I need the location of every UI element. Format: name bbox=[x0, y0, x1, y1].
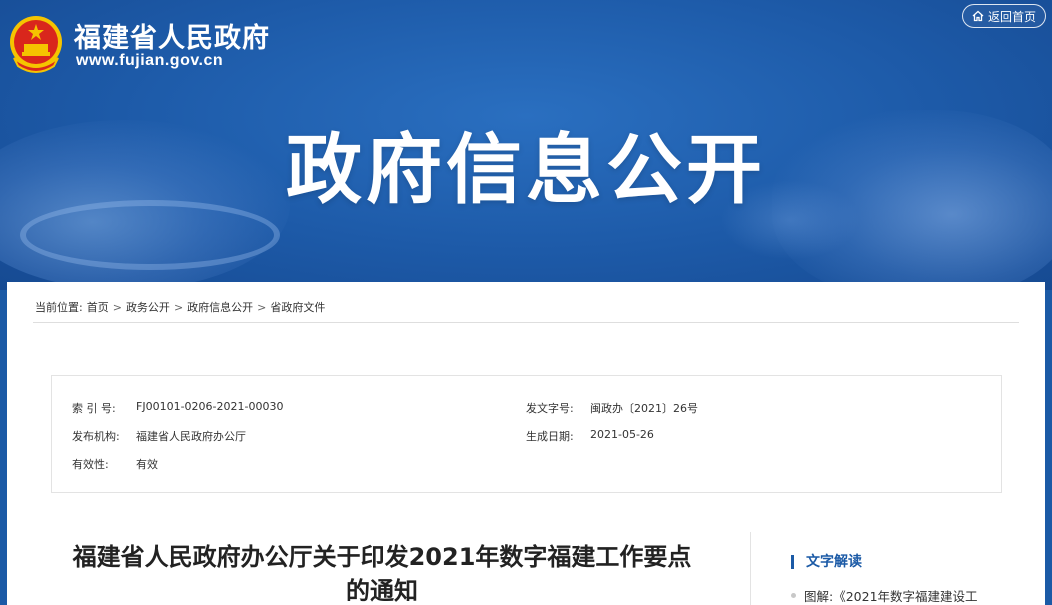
bullet-icon bbox=[791, 593, 796, 598]
sidebar-section-title: 文字解读 bbox=[791, 555, 862, 569]
meta-validity-value: 有效 bbox=[136, 458, 158, 471]
meta-doc-no: 发文字号: 闽政办〔2021〕26号 bbox=[526, 400, 698, 416]
breadcrumb-item-home[interactable]: 首页 bbox=[87, 299, 109, 315]
article-title: 福建省人民政府办公厅关于印发2021年数字福建工作要点 的通知 bbox=[37, 540, 727, 605]
breadcrumb-separator: > bbox=[257, 300, 267, 314]
site-url[interactable]: www.fujian.gov.cn bbox=[76, 52, 223, 70]
sidebar-item-label: 图解:《2021年数字福建建设工 bbox=[804, 589, 978, 604]
return-home-button[interactable]: 返回首页 bbox=[962, 4, 1046, 28]
meta-doc-no-label: 发文字号: bbox=[526, 402, 574, 415]
meta-doc-no-value: 闽政办〔2021〕26号 bbox=[590, 402, 698, 415]
meta-date: 生成日期: 2021-05-26 bbox=[526, 428, 654, 444]
breadcrumb: 当前位置: 首页 > 政务公开 > 政府信息公开 > 省政府文件 bbox=[35, 299, 325, 315]
article-title-line1: 福建省人民政府办公厅关于印发2021年数字福建工作要点 bbox=[72, 543, 692, 571]
breadcrumb-prefix: 当前位置: bbox=[35, 301, 83, 314]
document-meta-box: 索 引 号: FJ00101-0206-2021-00030 发文字号: 闽政办… bbox=[51, 375, 1002, 493]
breadcrumb-divider bbox=[33, 322, 1019, 323]
meta-issuer-value: 福建省人民政府办公厅 bbox=[136, 430, 246, 443]
meta-date-label: 生成日期: bbox=[526, 430, 574, 443]
meta-index-value: FJ00101-0206-2021-00030 bbox=[136, 400, 284, 413]
meta-index: 索 引 号: FJ00101-0206-2021-00030 bbox=[72, 400, 283, 416]
meta-issuer-label: 发布机构: bbox=[72, 430, 120, 443]
meta-validity: 有效性: 有效 bbox=[72, 456, 158, 472]
breadcrumb-item-info-disclosure[interactable]: 政府信息公开 bbox=[187, 299, 253, 315]
breadcrumb-item-provincial-docs[interactable]: 省政府文件 bbox=[270, 299, 325, 315]
article-title-line2: 的通知 bbox=[346, 577, 418, 605]
content-card: 当前位置: 首页 > 政务公开 > 政府信息公开 > 省政府文件 索 引 号: … bbox=[7, 282, 1045, 605]
national-emblem-icon[interactable] bbox=[8, 14, 64, 74]
breadcrumb-separator: > bbox=[112, 300, 122, 314]
site-name[interactable]: 福建省人民政府 bbox=[74, 16, 270, 55]
return-home-label: 返回首页 bbox=[987, 9, 1036, 24]
sidebar-list-item[interactable]: 图解:《2021年数字福建建设工 bbox=[791, 586, 978, 605]
sidebar-divider bbox=[750, 532, 751, 605]
meta-validity-label: 有效性: bbox=[72, 458, 109, 471]
breadcrumb-separator: > bbox=[173, 300, 184, 314]
meta-date-value: 2021-05-26 bbox=[590, 428, 654, 441]
breadcrumb-item-gov-affairs[interactable]: 政务公开 bbox=[126, 299, 170, 315]
home-icon bbox=[972, 10, 984, 22]
meta-index-label: 索 引 号: bbox=[72, 402, 116, 415]
banner-title: 政府信息公开 bbox=[286, 125, 766, 214]
meta-issuer: 发布机构: 福建省人民政府办公厅 bbox=[72, 428, 246, 444]
header-banner: 福建省人民政府 www.fujian.gov.cn 返回首页 政府信息公开 bbox=[0, 0, 1052, 290]
